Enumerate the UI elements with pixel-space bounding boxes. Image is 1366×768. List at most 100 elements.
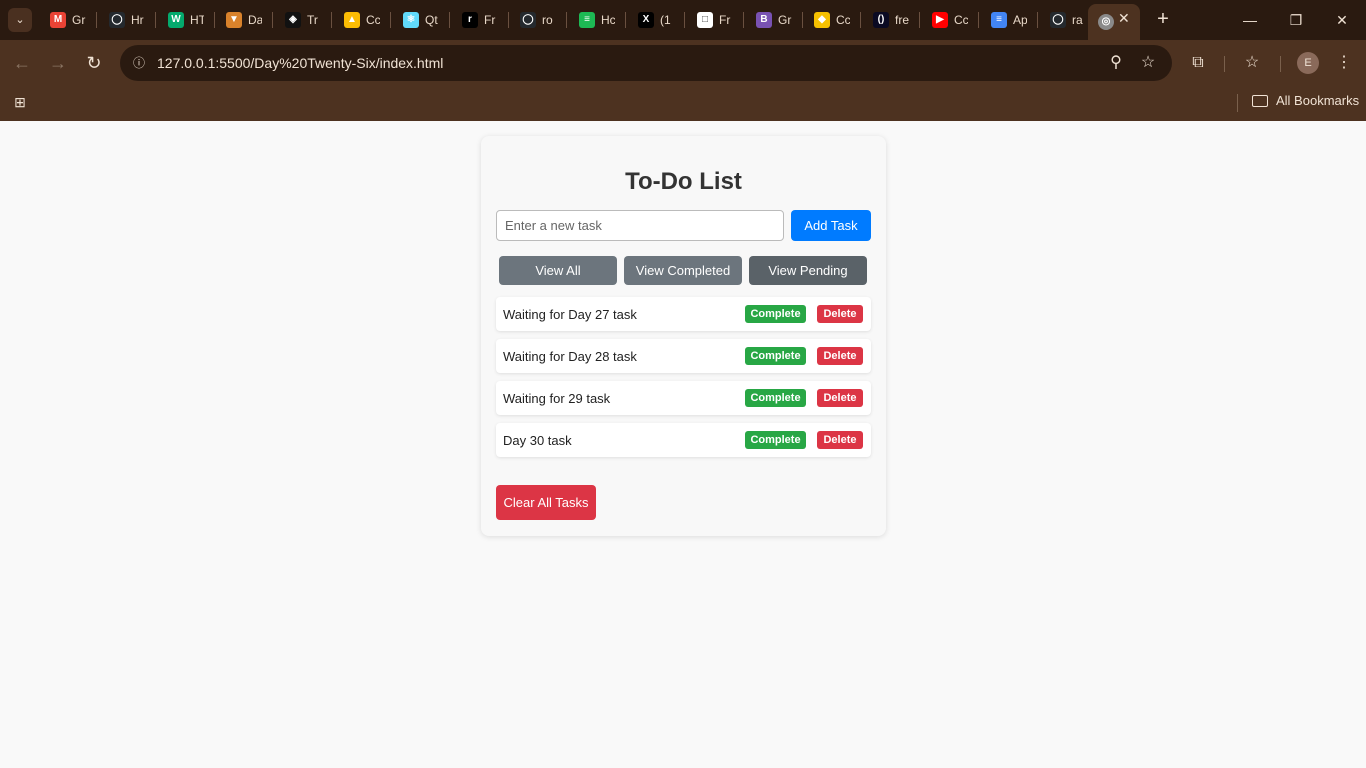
tab-label: Fr [484,13,496,27]
restore-icon[interactable]: ❐ [1284,8,1308,32]
task-text: Waiting for Day 27 task [503,307,637,322]
new-tab-button[interactable]: + [1152,8,1174,30]
close-window-icon[interactable]: ✕ [1330,8,1354,32]
folder-icon [1252,94,1268,107]
github-icon: ◯ [520,12,536,28]
all-bookmarks-button[interactable]: All Bookmarks [1252,93,1359,108]
github-icon: ◯ [109,12,125,28]
delete-button[interactable]: Delete [817,389,863,407]
view-completed-button[interactable]: View Completed [624,256,742,285]
tab-item[interactable]: X (1 [628,4,684,36]
tab-separator [214,12,215,28]
tab-item[interactable]: B Gr [746,4,802,36]
toolbar-divider [1280,56,1281,72]
x-icon: X [638,12,654,28]
tab-item[interactable]: ◈ Tr [275,4,331,36]
delete-button[interactable]: Delete [817,347,863,365]
tab-active[interactable]: ◎ [1088,4,1140,40]
bookmark-star-icon[interactable]: ☆ [1136,51,1160,75]
tab-item[interactable]: ▼ Da [216,4,272,36]
tab-separator [743,12,744,28]
extensions-icon[interactable]: ⧉ [1186,51,1210,75]
task-text: Day 30 task [503,433,572,448]
view-all-button[interactable]: View All [499,256,617,285]
tab-label: Da [248,13,262,27]
delete-button[interactable]: Delete [817,305,863,323]
task-item: Waiting for Day 28 task Complete Delete [496,339,871,373]
task-text: Waiting for 29 task [503,391,611,406]
page-title: To-Do List [625,168,742,195]
all-bookmarks-label: All Bookmarks [1276,93,1360,108]
complete-button[interactable]: Complete [745,389,806,407]
tab-item[interactable]: () fre [863,4,919,36]
gmail-icon: M [50,12,66,28]
tab-label: Cc [954,13,968,27]
tab-label: Tr [307,13,318,27]
menu-icon[interactable]: ⋮ [1332,51,1356,75]
tab-separator [566,12,567,28]
spotify-icon: ≡ [579,12,595,28]
todo-container: To-Do List Add Task View All View Comple… [481,136,886,536]
tab-item[interactable]: W HT [158,4,214,36]
tab-item[interactable]: ◯ Hr [99,4,155,36]
task-item: Day 30 task Complete Delete [496,423,871,457]
tab-separator [1037,12,1038,28]
forward-icon[interactable]: → [46,51,70,75]
tab-separator [331,12,332,28]
tab-separator [390,12,391,28]
tab-item[interactable]: ⚛ Qt [393,4,449,36]
tab-separator [449,12,450,28]
google-docs-icon: ≡ [991,12,1007,28]
tab-item[interactable]: M Gr [40,4,96,36]
bookmarks-divider [1237,94,1238,112]
complete-button[interactable]: Complete [745,347,806,365]
complete-button[interactable]: Complete [745,305,806,323]
tab-item[interactable]: ≡ Hc [569,4,625,36]
w3schools-icon: W [168,12,184,28]
bookmarks-star-icon[interactable]: ☆ [1240,51,1264,75]
freecodecamp-icon: () [873,12,889,28]
youtube-icon: ▶ [932,12,948,28]
close-tab-icon[interactable]: ✕ [1118,10,1130,27]
tab-item[interactable]: ▲ Cc [334,4,390,36]
url-text[interactable]: 127.0.0.1:5500/Day%20Twenty-Six/index.ht… [157,55,443,71]
tab-label: Hr [131,13,144,27]
task-item: Waiting for Day 27 task Complete Delete [496,297,871,331]
tab-label: Cc [836,13,850,27]
task-text: Waiting for Day 28 task [503,349,637,364]
tab-item[interactable]: ◆ Cc [804,4,860,36]
browser-toolbar: ← → ↻ ⓘ 127.0.0.1:5500/Day%20Twenty-Six/… [0,40,1366,86]
tab-separator [96,12,97,28]
complete-button[interactable]: Complete [745,431,806,449]
coursera-icon: ◆ [814,12,830,28]
tab-separator [978,12,979,28]
tab-label: Gr [778,13,792,27]
reload-icon[interactable]: ↻ [82,51,106,75]
address-bar[interactable]: ⓘ 127.0.0.1:5500/Day%20Twenty-Six/index.… [120,45,1172,81]
profile-avatar[interactable]: E [1297,52,1319,74]
tab-item[interactable]: ▶ Cc [922,4,978,36]
tab-separator [919,12,920,28]
delete-button[interactable]: Delete [817,431,863,449]
zoom-icon[interactable]: ⚲ [1104,51,1128,75]
bootstrap-icon: B [756,12,772,28]
tab-separator [155,12,156,28]
add-task-button[interactable]: Add Task [791,210,871,241]
back-icon[interactable]: ← [10,51,34,75]
tab-item[interactable]: □ Fr [687,4,743,36]
tab-label: HT [190,13,204,27]
apps-grid-icon[interactable]: ⊞ [11,93,29,111]
tab-label: (1 [660,13,671,27]
minimize-icon[interactable]: — [1238,8,1262,32]
tab-separator [508,12,509,28]
site-info-icon[interactable]: ⓘ [128,52,150,74]
clear-all-tasks-button[interactable]: Clear All Tasks [496,485,596,520]
tab-label: fre [895,13,909,27]
tab-strip: ⌄ M Gr ◯ Hr W HT ▼ Da ◈ Tr ▲ Cc ⚛ Qt r Fr ◯ ro ≡ Hc X (1 □ Fr B G… [0,0,1366,40]
tab-item[interactable]: ≡ Ap [981,4,1037,36]
tab-item[interactable]: r Fr [452,4,508,36]
view-pending-button[interactable]: View Pending [749,256,867,285]
tab-search-icon[interactable]: ⌄ [8,8,32,32]
task-input[interactable] [496,210,784,241]
tab-item[interactable]: ◯ ro [510,4,566,36]
